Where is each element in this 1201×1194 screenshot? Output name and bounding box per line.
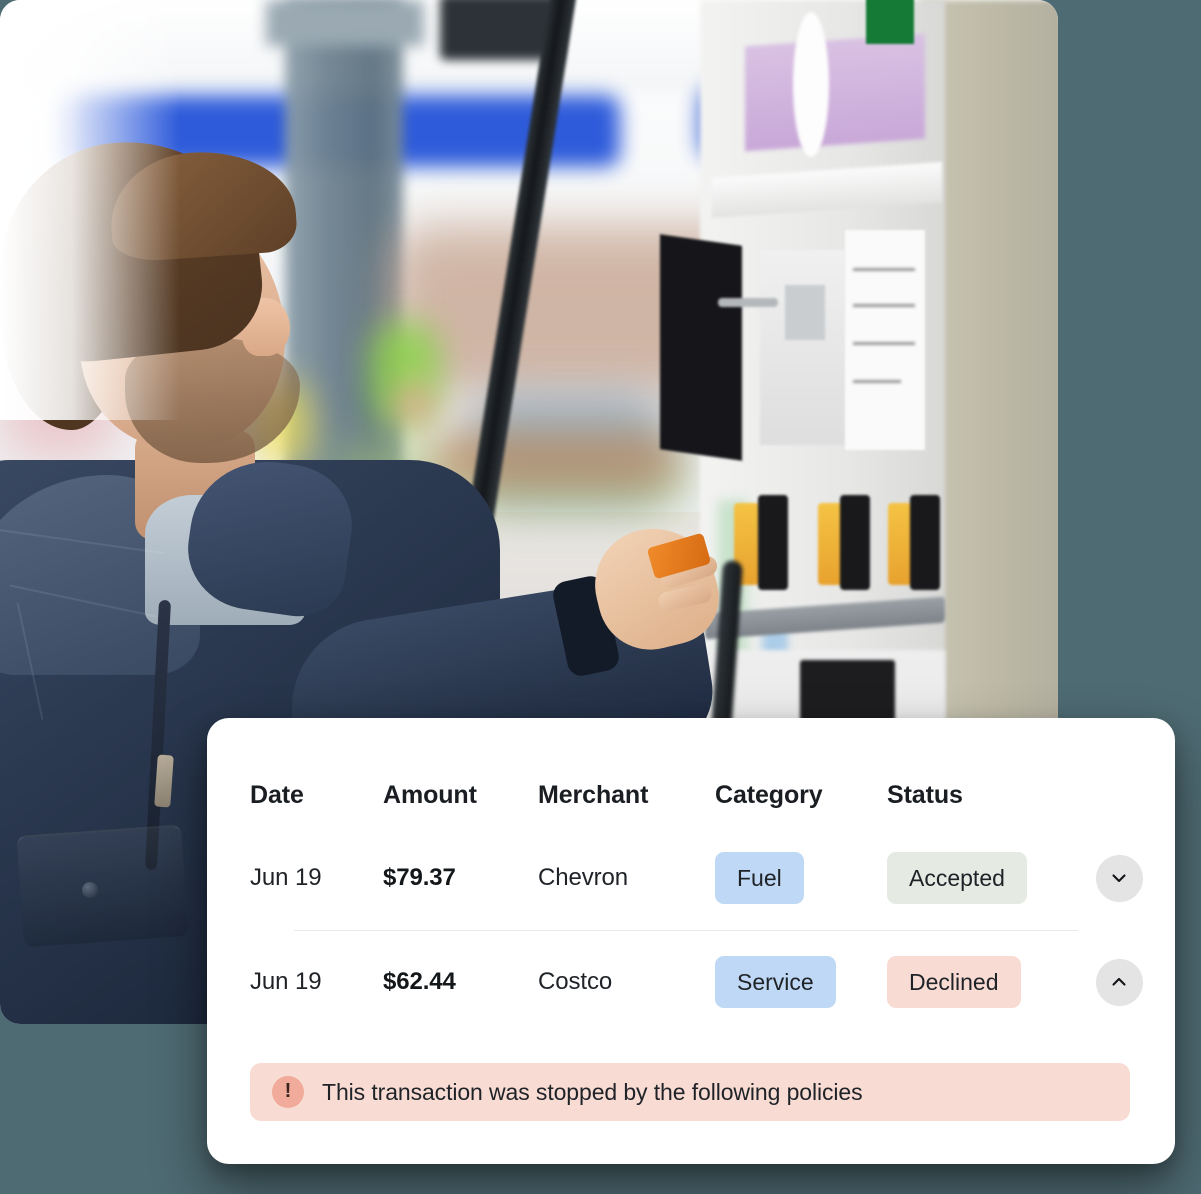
photo-pump-handle bbox=[718, 298, 778, 307]
cell-status: Declined bbox=[887, 956, 1083, 1008]
cell-date: Jun 19 bbox=[250, 864, 322, 891]
photo-pump-oval-logo bbox=[793, 12, 829, 157]
photo-pump-lcd bbox=[785, 285, 825, 340]
cell-actions bbox=[1083, 854, 1155, 902]
cell-date: Jun 19 bbox=[250, 968, 322, 995]
policy-alert-banner: ! This transaction was stopped by the fo… bbox=[250, 1063, 1130, 1121]
policy-alert-message: This transaction was stopped by the foll… bbox=[322, 1078, 863, 1105]
cell-category: Fuel bbox=[715, 852, 887, 904]
collapse-row-button[interactable] bbox=[1095, 958, 1143, 1006]
cell-category: Service bbox=[715, 956, 887, 1008]
category-badge: Service bbox=[715, 956, 836, 1008]
cell-actions bbox=[1083, 958, 1155, 1006]
cell-status: Accepted bbox=[887, 852, 1083, 904]
category-badge: Fuel bbox=[715, 852, 804, 904]
cell-amount: $79.37 bbox=[383, 864, 456, 891]
photo-pump-screen bbox=[760, 250, 845, 445]
photo-pump-purple-band bbox=[745, 33, 925, 152]
photo-pillar-cap bbox=[266, 0, 424, 46]
photo-man-jacket-button bbox=[82, 882, 98, 898]
status-badge: Accepted bbox=[887, 852, 1027, 904]
table-row[interactable]: Jun 19 $62.44 Costco Service Declined bbox=[250, 930, 1175, 1034]
table-row[interactable]: Jun 19 $79.37 Chevron Fuel Accepted bbox=[250, 826, 1175, 930]
status-badge: Declined bbox=[887, 956, 1021, 1008]
cell-merchant: Chevron bbox=[538, 864, 629, 891]
exclamation-glyph: ! bbox=[284, 1080, 292, 1102]
chevron-down-icon bbox=[1109, 868, 1129, 888]
cell-merchant: Costco bbox=[538, 968, 613, 995]
chevron-up-icon bbox=[1109, 972, 1129, 992]
column-header-category: Category bbox=[715, 780, 823, 809]
exclamation-circle-icon: ! bbox=[272, 1076, 304, 1108]
column-header-amount: Amount bbox=[383, 780, 477, 809]
photo-left-light-falloff bbox=[0, 0, 180, 420]
photo-pump-grade-buttons bbox=[712, 495, 942, 610]
table-header-row: Date Amount Merchant Category Status bbox=[250, 764, 1175, 826]
column-header-date: Date bbox=[250, 780, 304, 809]
transactions-table: Date Amount Merchant Category Status Jun… bbox=[250, 764, 1175, 1034]
photo-man-pocket bbox=[16, 824, 189, 948]
photo-pump-green-tag bbox=[866, 0, 914, 44]
page-root: Date Amount Merchant Category Status Jun… bbox=[0, 0, 1201, 1194]
column-header-merchant: Merchant bbox=[538, 780, 649, 809]
expand-row-button[interactable] bbox=[1095, 854, 1143, 902]
cell-amount: $62.44 bbox=[383, 968, 456, 995]
photo-pump-price-label bbox=[845, 230, 925, 450]
column-header-status: Status bbox=[887, 780, 963, 809]
